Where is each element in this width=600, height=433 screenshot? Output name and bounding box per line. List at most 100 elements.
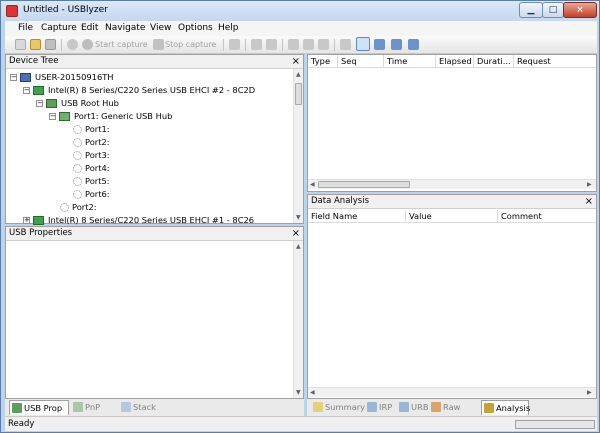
right-tab-bar: Summary IRP URB Raw Data Analysis xyxy=(307,399,597,426)
scroll-left-arrow-icon[interactable]: ◀ xyxy=(310,389,315,396)
data-analysis-horizontal-scrollbar[interactable]: ◀ ▶ xyxy=(308,387,596,397)
collapse-icon[interactable]: − xyxy=(23,87,30,94)
scrollbar-thumb[interactable] xyxy=(318,181,410,188)
find-icon[interactable] xyxy=(251,39,262,50)
column-header-type[interactable]: Type xyxy=(308,55,338,68)
device-tree-panel: Device Tree × − USER-20150916TH − Intel(… xyxy=(5,54,304,225)
column-header-value[interactable]: Value xyxy=(406,210,498,223)
document-icon[interactable] xyxy=(229,39,240,50)
usb-properties-vertical-scrollbar[interactable]: ▲ ▼ xyxy=(293,241,303,398)
menu-view[interactable]: View xyxy=(150,23,171,33)
menu-capture[interactable]: Capture xyxy=(41,23,77,33)
column-header-field-name[interactable]: Field Name xyxy=(308,210,406,223)
computer-icon xyxy=(20,73,31,82)
summary-icon xyxy=(313,402,323,412)
find-previous-icon[interactable] xyxy=(303,39,314,50)
tab-usb-prop[interactable]: USB Prop xyxy=(9,400,69,415)
tree-node-label: Port2: xyxy=(72,202,97,212)
collapse-icon[interactable]: − xyxy=(36,100,43,107)
tree-node-label: Port5: xyxy=(85,176,110,186)
empty-port-icon xyxy=(73,190,82,199)
stop-capture-icon[interactable] xyxy=(153,39,164,50)
scroll-right-arrow-icon[interactable]: ▶ xyxy=(587,389,592,396)
scrollbar-thumb[interactable] xyxy=(295,83,302,105)
toolbar-separator xyxy=(245,39,246,51)
save-icon[interactable] xyxy=(45,39,56,50)
tab-analysis[interactable]: Analysis xyxy=(481,400,531,415)
bookmark-icon[interactable] xyxy=(318,39,329,50)
tab-label: URB xyxy=(411,402,429,412)
data-analysis-header: Data Analysis × xyxy=(308,195,596,209)
column-header-comment[interactable]: Comment xyxy=(498,210,596,223)
collapse-icon[interactable]: − xyxy=(49,113,56,120)
tab-raw-data[interactable]: Raw Data xyxy=(429,400,481,426)
device-tree-header: Device Tree × xyxy=(6,55,303,69)
scroll-up-arrow-icon[interactable]: ▲ xyxy=(296,243,301,250)
view-layout-4-icon[interactable] xyxy=(408,39,419,50)
usb-properties-header: USB Properties × xyxy=(6,227,303,241)
expand-icon[interactable]: + xyxy=(23,217,30,224)
data-analysis-title: Data Analysis xyxy=(311,196,370,206)
hand-icon[interactable] xyxy=(340,39,351,50)
scroll-up-arrow-icon[interactable]: ▲ xyxy=(296,71,301,78)
capture-list-horizontal-scrollbar[interactable]: ◀ ▶ xyxy=(308,179,596,189)
tab-irp[interactable]: IRP xyxy=(365,400,397,415)
column-header-seq[interactable]: Seq xyxy=(338,55,384,68)
close-icon[interactable]: × xyxy=(292,227,300,240)
menu-edit[interactable]: Edit xyxy=(81,23,98,33)
collapse-icon[interactable]: − xyxy=(10,74,17,81)
scroll-left-arrow-icon[interactable]: ◀ xyxy=(310,181,315,188)
menu-help[interactable]: Help xyxy=(218,23,239,33)
tab-label: Analysis xyxy=(496,403,531,413)
column-header-elapsed[interactable]: Elapsed xyxy=(436,55,474,68)
toolbar-separator xyxy=(61,39,62,51)
tab-summary[interactable]: Summary xyxy=(311,400,365,415)
usb-properties-title: USB Properties xyxy=(9,228,73,238)
filter-icon[interactable] xyxy=(266,39,277,50)
stop-capture-button[interactable]: Stop capture xyxy=(165,38,216,51)
tree-node-label: Port1: Generic USB Hub xyxy=(74,111,173,121)
analysis-icon xyxy=(484,403,494,413)
menu-file[interactable]: File xyxy=(18,23,33,33)
view-layout-2-icon[interactable] xyxy=(374,39,385,50)
raw-data-icon xyxy=(431,402,441,412)
tab-stack[interactable]: Stack xyxy=(119,400,159,415)
tree-node-label: Port2: xyxy=(85,137,110,147)
close-icon[interactable]: × xyxy=(292,55,300,68)
tab-pnp-prop[interactable]: PnP Prop xyxy=(71,400,119,426)
close-icon[interactable]: × xyxy=(585,195,593,208)
column-header-time[interactable]: Time xyxy=(384,55,436,68)
new-file-icon[interactable] xyxy=(15,39,26,50)
empty-port-icon xyxy=(73,125,82,134)
tab-label: IRP xyxy=(379,402,393,412)
tree-node-label: Port1: xyxy=(85,124,110,134)
scroll-down-arrow-icon[interactable]: ▼ xyxy=(296,214,301,221)
start-capture-button[interactable]: Start capture xyxy=(95,38,148,51)
empty-port-icon xyxy=(60,203,69,212)
minimize-button[interactable]: ▁ xyxy=(519,2,543,18)
tab-urb[interactable]: URB xyxy=(397,400,429,415)
status-progress-bar xyxy=(515,420,595,429)
usb-properties-panel: USB Properties × ▲ ▼ xyxy=(5,226,304,399)
column-header-request[interactable]: Request xyxy=(514,55,596,68)
device-tree-vertical-scrollbar[interactable]: ▲ ▼ xyxy=(293,69,303,223)
view-layout-1-icon[interactable] xyxy=(356,37,370,51)
find-next-icon[interactable] xyxy=(288,39,299,50)
usb-controller-icon xyxy=(33,86,44,95)
tree-node-label: Intel(R) 8 Series/C220 Series USB EHCI #… xyxy=(48,85,256,95)
capture-list-panel: Type Seq Time Elapsed Durati... Request … xyxy=(307,54,597,192)
menu-options[interactable]: Options xyxy=(178,23,213,33)
app-window: Untitled - USBlyzer ▁ □ × File Capture E… xyxy=(0,0,600,433)
column-header-duration[interactable]: Durati... xyxy=(474,55,514,68)
scroll-down-arrow-icon[interactable]: ▼ xyxy=(296,389,301,396)
capture-hotplug-icon[interactable] xyxy=(67,39,78,50)
menu-navigate[interactable]: Navigate xyxy=(105,23,145,33)
toolbar-separator xyxy=(282,39,283,51)
maximize-button[interactable]: □ xyxy=(542,2,564,18)
usb-hub-icon xyxy=(59,112,70,121)
start-capture-icon[interactable] xyxy=(82,39,93,50)
scroll-right-arrow-icon[interactable]: ▶ xyxy=(587,181,592,188)
view-layout-3-icon[interactable] xyxy=(391,39,402,50)
close-window-button[interactable]: × xyxy=(563,2,597,18)
open-folder-icon[interactable] xyxy=(30,39,41,50)
